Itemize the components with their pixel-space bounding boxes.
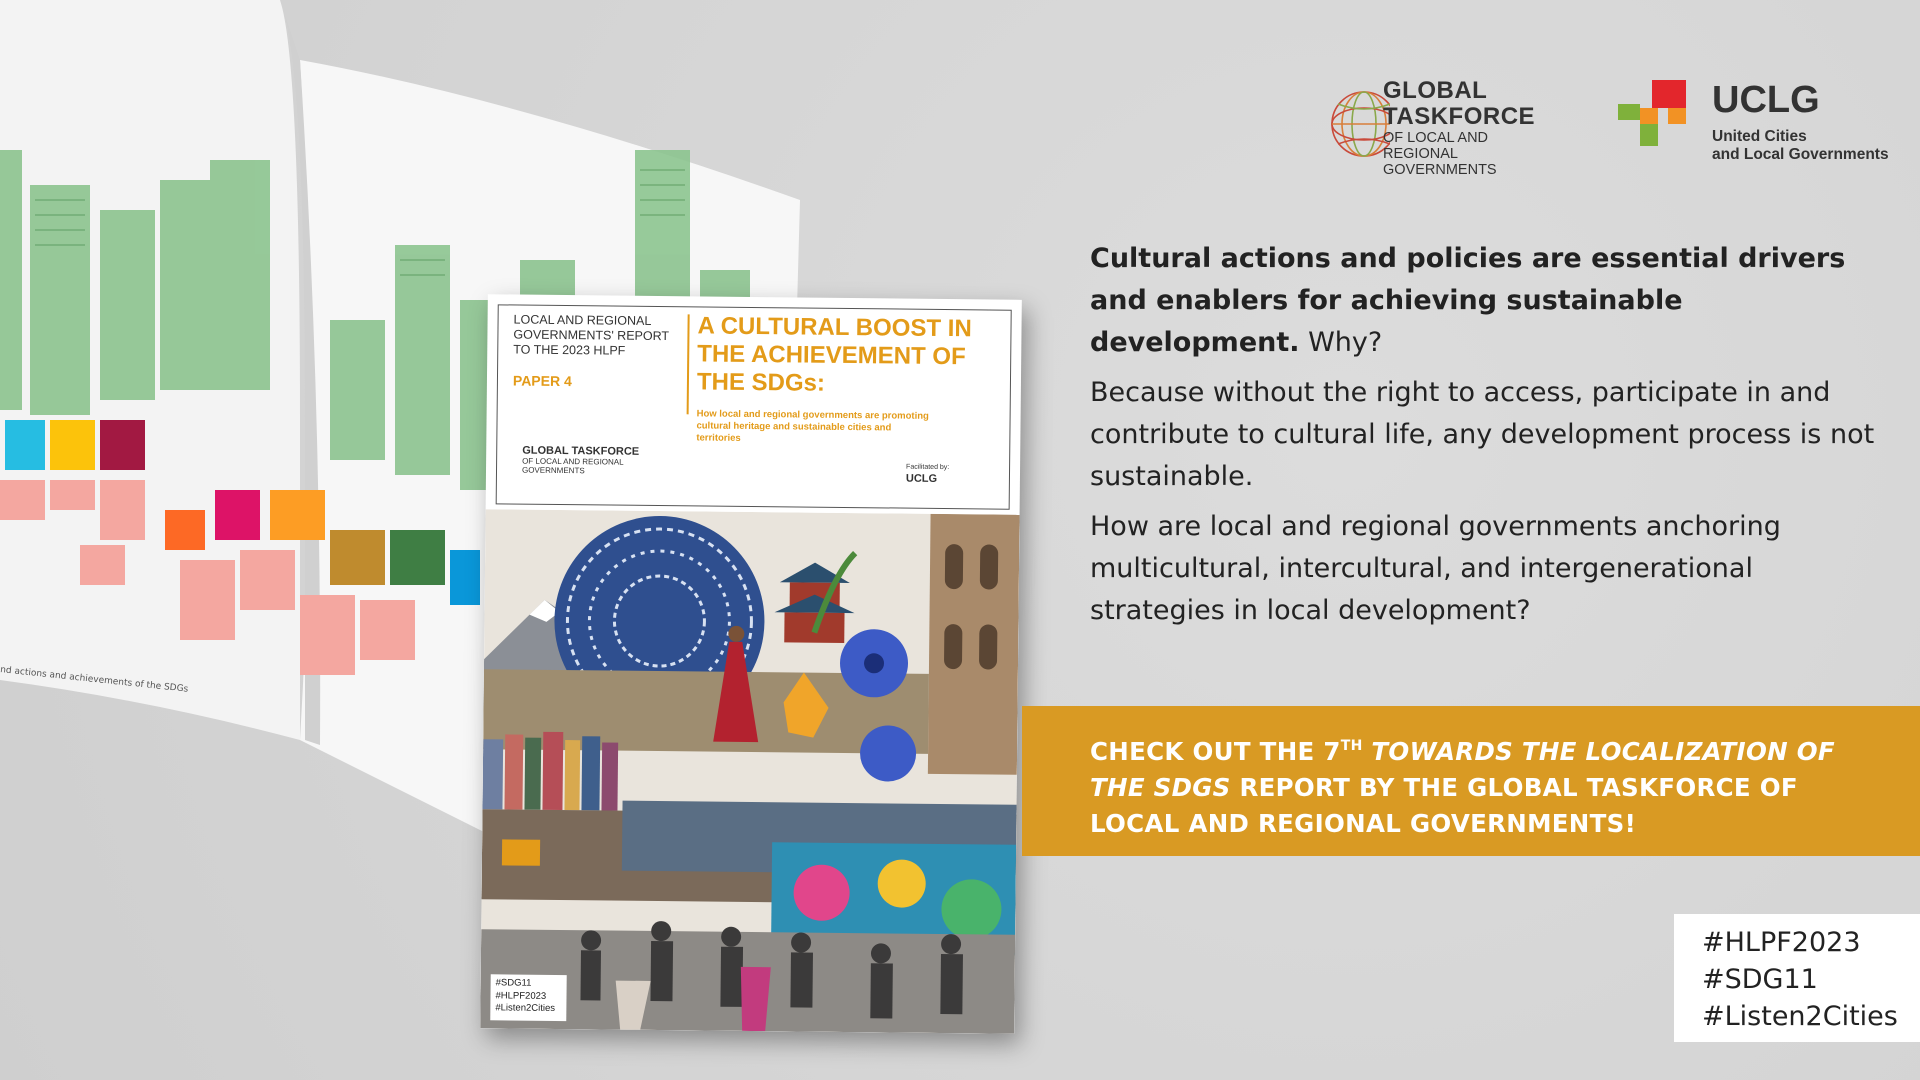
cover-uclg-name: UCLG [905,472,938,485]
cover-hashtags: #SDG11 #HLPF2023 #Listen2Cities [490,974,567,1022]
banner-sup: TH [1340,738,1363,754]
paragraph-1: Cultural actions and policies are essent… [1090,238,1890,364]
uclg-logo: UCLG United Cities and Local Governments [1618,80,1898,170]
globe-lines-icon [1331,91,1390,157]
banner-text: CHECK OUT THE 7TH TOWARDS THE LOCALIZATI… [1090,728,1880,842]
body-text: Cultural actions and policies are essent… [1090,238,1890,640]
uclg-logo-sub-line1: United Cities [1712,128,1807,145]
report-cover: LOCAL AND REGIONAL GOVERNMENTS' REPORT T… [480,294,1022,1034]
paragraph-3: How are local and regional governments a… [1090,511,1781,626]
cover-collage-image [480,509,1020,1034]
cover-gtf-logo: GLOBAL TASKFORCE OF LOCAL AND REGIONAL G… [522,445,642,476]
hashtag: #Listen2Cities [1702,1001,1898,1032]
hashtag: #SDG11 [1702,964,1818,995]
gtf-logo-text: GLOBAL TASKFORCE OF LOCAL AND REGIONAL G… [1383,77,1558,179]
gtf-logo-line4: GOVERNMENTS [1383,162,1497,178]
call-to-action-banner: CHECK OUT THE 7TH TOWARDS THE LOCALIZATI… [1022,706,1920,856]
cover-subtitle: How local and regional governments are p… [696,408,929,444]
banner-part1: CHECK OUT THE 7 [1090,737,1341,766]
cover-title: A CULTURAL BOOST IN THE ACHIEVEMENT OF T… [696,312,972,397]
uclg-logo-sub: United Cities and Local Governments [1712,128,1902,164]
hashtags-box: #HLPF2023 #SDG11 #Listen2Cities [1674,914,1920,1042]
gtf-logo: GLOBAL TASKFORCE OF LOCAL AND REGIONAL G… [1328,74,1558,178]
paragraph-1-rest: Why? [1299,327,1383,358]
gtf-logo-line3: OF LOCAL AND REGIONAL [1383,130,1489,162]
cover-hashtag: #SDG11 [495,977,532,989]
uclg-logo-name: UCLG [1712,79,1820,121]
cover-hashtag: #Listen2Cities [495,1002,556,1014]
cover-left-label: LOCAL AND REGIONAL GOVERNMENTS' REPORT T… [513,312,669,358]
cover-hashtag: #HLPF2023 [495,989,547,1002]
uclg-logo-sub-line2: and Local Governments [1712,146,1889,163]
paragraph-1-bold: Cultural actions and policies are essent… [1090,243,1846,358]
cover-facilitated: Facilitated by: [906,463,950,472]
gtf-logo-line2: TASKFORCE [1383,103,1536,130]
hashtag: #HLPF2023 [1702,927,1861,958]
gtf-logo-line1: GLOBAL [1383,77,1488,104]
uclg-squares-icon [1618,80,1686,146]
cover-uclg-logo: Facilitated by: UCLG [906,464,949,485]
cover-gtf-sub: OF LOCAL AND REGIONAL GOVERNMENTS [521,456,624,476]
cover-paper-number: PAPER 4 [512,372,572,390]
paragraph-2: Because without the right to access, par… [1090,377,1875,492]
